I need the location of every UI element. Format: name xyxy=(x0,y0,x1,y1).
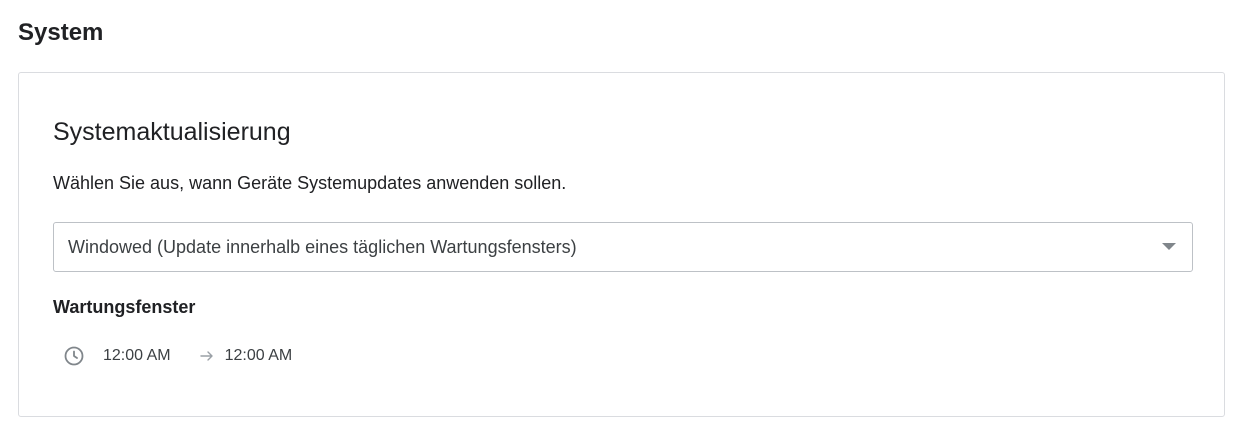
card-title: Systemaktualisierung xyxy=(53,118,291,146)
maintenance-window-label: Wartungsfenster xyxy=(53,297,196,317)
card-description: Wählen Sie aus, wann Geräte Systemupdate… xyxy=(53,173,567,193)
window-start-time[interactable]: 12:00 AM xyxy=(103,344,171,368)
maintenance-window-row: 12:00 AM 12:00 AM xyxy=(63,343,292,369)
clock-icon xyxy=(64,346,84,366)
chevron-down-icon xyxy=(1162,243,1176,250)
window-end-time[interactable]: 12:00 AM xyxy=(225,344,293,368)
system-settings-page: System Systemaktualisierung Wählen Sie a… xyxy=(0,0,1234,428)
section-title: System xyxy=(18,19,104,46)
update-policy-select[interactable]: Windowed (Update innerhalb eines täglich… xyxy=(53,222,1193,272)
system-update-card: Systemaktualisierung Wählen Sie aus, wan… xyxy=(18,72,1225,417)
arrow-right-icon xyxy=(199,351,213,361)
update-policy-value: Windowed (Update innerhalb eines täglich… xyxy=(68,237,577,257)
